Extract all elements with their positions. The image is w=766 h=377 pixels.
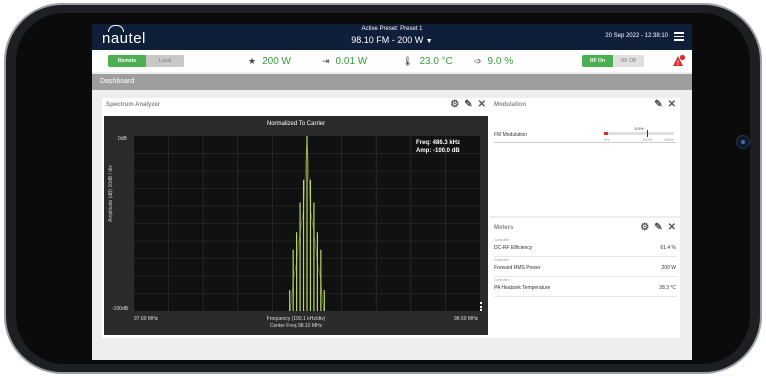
- dashboard-bar: Dashboard: [92, 74, 692, 90]
- temperature-value: 23.0 °C: [419, 56, 453, 67]
- meter-value: 28.3 °C: [659, 285, 676, 291]
- preset-selector[interactable]: 98.10 FM - 200 W ▼: [92, 35, 692, 45]
- meters-panel-header: Meters ⚙ ✎ ✕: [490, 221, 680, 235]
- datetime: 20 Sep 2022 - 12:38:10: [605, 33, 668, 39]
- meter-name: Forward RMS Power: [494, 265, 541, 271]
- meter-name: DC-RF Efficiency: [494, 245, 533, 251]
- rf-off-option[interactable]: RF Off: [613, 55, 644, 67]
- y-axis-label: Amplitude (dB) 10dB / div: [108, 165, 114, 222]
- top-bar: nautel Active Preset: Preset 1 98.10 FM …: [92, 24, 692, 50]
- app-screen: nautel Active Preset: Preset 1 98.10 FM …: [92, 24, 692, 360]
- efficiency-metric: ➩ 9.0 %: [474, 56, 513, 67]
- meter-category: Controller: [494, 278, 510, 282]
- more-options-icon[interactable]: [480, 302, 482, 313]
- meter-row-heatsink-temp: Controller PA Heatsink Temperature 28.3 …: [494, 276, 676, 297]
- x-right-label: 98.60 MHz: [454, 316, 479, 322]
- meter-category: Controller: [494, 238, 510, 242]
- tick-160: 160%: [663, 137, 674, 142]
- power-metric: ★ 200 W: [248, 56, 291, 67]
- freq-readout: Freq: 486.3 kHz: [416, 140, 461, 146]
- x-axis-label: Frequency (100.1 kHz/div): [266, 316, 326, 322]
- reflected-value: 0.01 W: [335, 56, 368, 67]
- spectrum-panel-header: Spectrum Analyzer ⚙ ✎ ✕: [102, 98, 490, 112]
- spectrum-plot: [134, 136, 480, 311]
- y-bottom-label: -100dB: [112, 306, 129, 312]
- chevron-down-icon: ▼: [425, 38, 433, 45]
- transmitter-icon: ★: [248, 56, 257, 66]
- temperature-metric: 🌡 23.0 °C: [402, 56, 453, 67]
- active-preset-label: Active Preset: Preset 1: [361, 26, 423, 32]
- spectrum-chart: Normalized To Carrier 0dB -100dB Amplitu…: [104, 116, 488, 335]
- remote-option[interactable]: Remote: [108, 55, 146, 67]
- amp-readout: Amp: -100.0 dB: [416, 148, 460, 154]
- reflected-metric: ⇥ 0.01 W: [322, 56, 367, 67]
- bar-track-line: [604, 132, 674, 135]
- close-icon[interactable]: ✕: [668, 99, 676, 111]
- meter-value: 200 W: [661, 265, 676, 271]
- camera-icon: [736, 135, 750, 149]
- rf-toggle[interactable]: RF On RF Off: [582, 55, 644, 67]
- modulation-panel-header: Modulation ✎ ✕: [490, 98, 680, 112]
- alarm-icon[interactable]: !: [672, 54, 686, 68]
- fm-modulation-label: FM Modulation: [494, 132, 528, 138]
- meter-row-efficiency: Controller DC-RF Efficiency 61.4 %: [494, 236, 676, 257]
- meter-row-forward-power: Controller Forward RMS Power 200 W: [494, 256, 676, 277]
- close-icon[interactable]: ✕: [478, 99, 486, 111]
- bar-marker: [647, 130, 648, 137]
- remote-local-toggle[interactable]: Remote Local: [108, 55, 184, 67]
- local-option[interactable]: Local: [146, 55, 184, 67]
- meters-panel-title: Meters: [494, 225, 514, 231]
- modulation-panel-title: Modulation: [494, 102, 526, 108]
- efficiency-icon: ➩: [474, 56, 482, 66]
- center-freq-label: Center Freq 98.10 MHz: [269, 323, 323, 329]
- edit-icon[interactable]: ✎: [654, 222, 662, 234]
- preset-value: 98.10 FM - 200 W: [351, 35, 424, 45]
- bar-fill: [604, 132, 608, 135]
- fm-modulation-value: 5.0%: [634, 126, 644, 131]
- meter-category: Controller: [494, 258, 510, 262]
- edit-icon[interactable]: ✎: [654, 99, 662, 111]
- edit-icon[interactable]: ✎: [464, 99, 472, 111]
- svg-text:!: !: [677, 61, 679, 67]
- gear-icon[interactable]: ⚙: [640, 222, 649, 234]
- power-value: 200 W: [262, 56, 291, 67]
- gear-icon[interactable]: ⚙: [450, 99, 459, 111]
- rf-on-option[interactable]: RF On: [582, 55, 613, 67]
- y-top-label: 0dB: [118, 136, 127, 142]
- meter-value: 61.4 %: [660, 245, 676, 251]
- status-bar: Remote Local ★ 200 W ⇥ 0.01 W 🌡 23.0 °C …: [92, 50, 692, 72]
- tick-100: 100%: [642, 137, 653, 142]
- divider: [494, 142, 676, 143]
- hamburger-menu-icon[interactable]: [674, 32, 684, 41]
- reflected-power-icon: ⇥: [322, 56, 330, 66]
- efficiency-value: 9.0 %: [487, 56, 514, 67]
- chart-title: Normalized To Carrier: [266, 121, 326, 127]
- modulation-panel: Modulation ✎ ✕: [490, 98, 680, 216]
- meter-name: PA Heatsink Temperature: [494, 285, 551, 291]
- cursor-readout: Freq: 486.3 kHz Amp: -100.0 dB: [416, 139, 460, 155]
- spectrum-panel-title: Spectrum Analyzer: [106, 102, 161, 108]
- thermometer-icon: 🌡: [402, 56, 414, 66]
- close-icon[interactable]: ✕: [668, 222, 676, 234]
- tick-0: 0%: [604, 137, 610, 142]
